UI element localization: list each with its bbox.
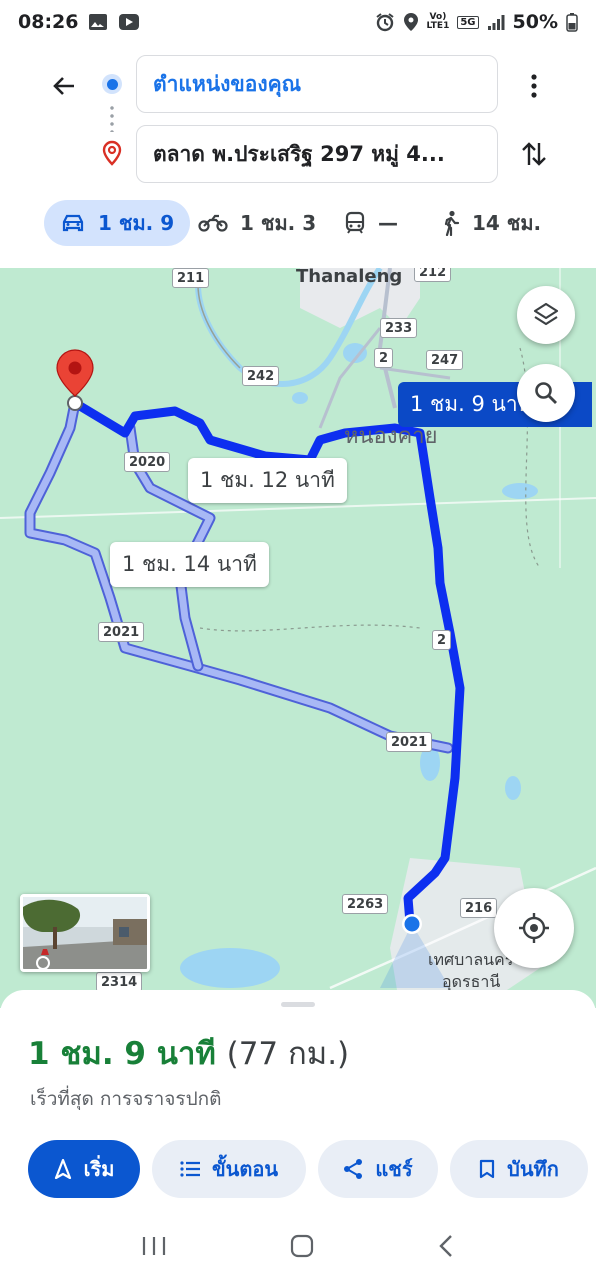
transit-icon [345,211,365,234]
search-button[interactable] [517,364,575,422]
steps-button[interactable]: ขั้นตอน [152,1140,306,1198]
recent-apps-icon [142,1237,166,1255]
road-shield: 2021 [98,622,145,642]
road-shield: 2 [374,348,394,368]
route-callout-alt1-text: 1 ชม. 12 นาที [200,468,335,492]
arrow-back-icon [53,77,74,95]
mode-walk-label: 14 ชม. [472,211,542,235]
route-connector-dots [110,104,114,132]
mode-motorcycle[interactable]: 1 ชม. 3 [182,200,332,246]
network-5g-icon: 5G [457,15,479,29]
road-shield: 2 [432,630,452,650]
road-shield: 216 [460,898,498,918]
drag-handle[interactable] [281,1002,315,1007]
origin-text: ตำแหน่งของคุณ [153,71,302,96]
maps-directions-screen: 08:26 Vo) LTE1 5G 50% ตำแหน่งของคุณ ตลาด… [0,0,596,1280]
swap-vert-icon [522,142,546,166]
mode-walk[interactable]: 14 ชม. [426,200,557,246]
mode-motorcycle-label: 1 ชม. 3 [240,211,317,235]
system-navigation-bar [0,1216,596,1280]
directions-header: ตำแหน่งของคุณ ตลาด พ.ประเสริฐ 297 หมู่ 4… [0,44,596,268]
share-button-label: แชร์ [375,1157,413,1181]
destination-field[interactable]: ตลาด พ.ประเสริฐ 297 หมู่ 4... [136,125,498,183]
share-button[interactable]: แชร์ [318,1140,438,1198]
mode-transit-label: — [378,211,398,235]
bookmark-icon [480,1159,495,1179]
more-options-button[interactable] [516,66,552,106]
signal-icon [487,13,505,31]
route-duration: 1 ชม. 9 นาที (77 กม.) [28,1028,349,1078]
share-icon [344,1159,363,1179]
more-vert-icon [531,74,537,98]
navigation-arrow-icon [54,1159,71,1179]
destination-pin-icon [100,140,124,166]
road-shield: 2263 [342,894,389,914]
car-icon [62,214,84,232]
duration-distance: (77 กม.) [226,1036,350,1072]
street-view-image [23,897,147,969]
battery-percent: 50% [512,11,558,33]
origin-field[interactable]: ตำแหน่งของคุณ [136,55,498,113]
status-bar: 08:26 Vo) LTE1 5G 50% [0,0,596,44]
destination-text: ตลาด พ.ประเสริฐ 297 หมู่ 4... [153,141,445,166]
location-icon [403,12,419,32]
route-callout-alt2-text: 1 ชม. 14 นาที [122,552,257,576]
origin-dot-icon [102,74,122,94]
start-button[interactable]: เริ่ม [28,1140,140,1198]
street-view-thumbnail[interactable] [20,894,150,972]
mode-transit[interactable]: — [328,200,414,246]
road-shield: 2021 [386,732,433,752]
route-callout-primary-text: 1 ชม. 9 นาที [410,392,532,416]
road-shield: 212 [414,268,452,282]
road-shield: 233 [380,318,418,338]
save-button[interactable]: บันทึก [450,1140,588,1198]
back-button[interactable] [44,66,84,106]
battery-icon [566,12,578,32]
start-button-label: เริ่ม [83,1157,115,1181]
save-button-label: บันทึก [507,1157,559,1181]
road-shield: 242 [242,366,280,386]
home-icon [290,1234,314,1258]
media-player-icon [118,12,140,32]
layers-button[interactable] [517,286,575,344]
road-shield: 2314 [96,972,143,992]
walk-icon [444,210,460,236]
place-label-thanaleng: Thanaleng [296,268,403,287]
list-icon [180,1161,200,1177]
search-icon [535,382,557,404]
alarm-icon [375,12,395,32]
travel-modes: 1 ชม. 9 1 ชม. 3 — 14 ชม. [0,200,596,248]
route-callout-alt2[interactable]: 1 ชม. 14 นาที [110,542,269,587]
my-location-button[interactable] [494,888,574,968]
mode-car[interactable]: 1 ชม. 9 [44,200,191,246]
swap-button[interactable] [514,134,554,174]
route-callout-alt1[interactable]: 1 ชม. 12 นาที [188,458,347,503]
system-back-button[interactable] [437,1233,455,1263]
motorcycle-icon [198,214,228,232]
steps-button-label: ขั้นตอน [211,1157,278,1181]
map-view[interactable]: Thanaleng หนองคาย เทศบาลนคร อุดรธานี 211… [0,268,596,1008]
recent-apps-button[interactable] [141,1235,167,1261]
road-shield: 211 [172,268,210,288]
duration-time: 1 ชม. 9 นาที [28,1036,216,1072]
road-shield: 247 [426,350,464,370]
road-shield: 2020 [124,452,171,472]
route-subtitle: เร็วที่สุด การจราจรปกติ [30,1088,222,1110]
volte-icon: Vo) LTE1 [426,12,450,31]
mode-car-label: 1 ชม. 9 [98,211,175,235]
my-location-icon [519,913,549,943]
home-button[interactable] [289,1233,315,1263]
layers-icon [533,302,559,326]
chevron-left-icon [439,1235,452,1257]
status-time: 08:26 [18,11,79,33]
gallery-icon [88,13,108,31]
